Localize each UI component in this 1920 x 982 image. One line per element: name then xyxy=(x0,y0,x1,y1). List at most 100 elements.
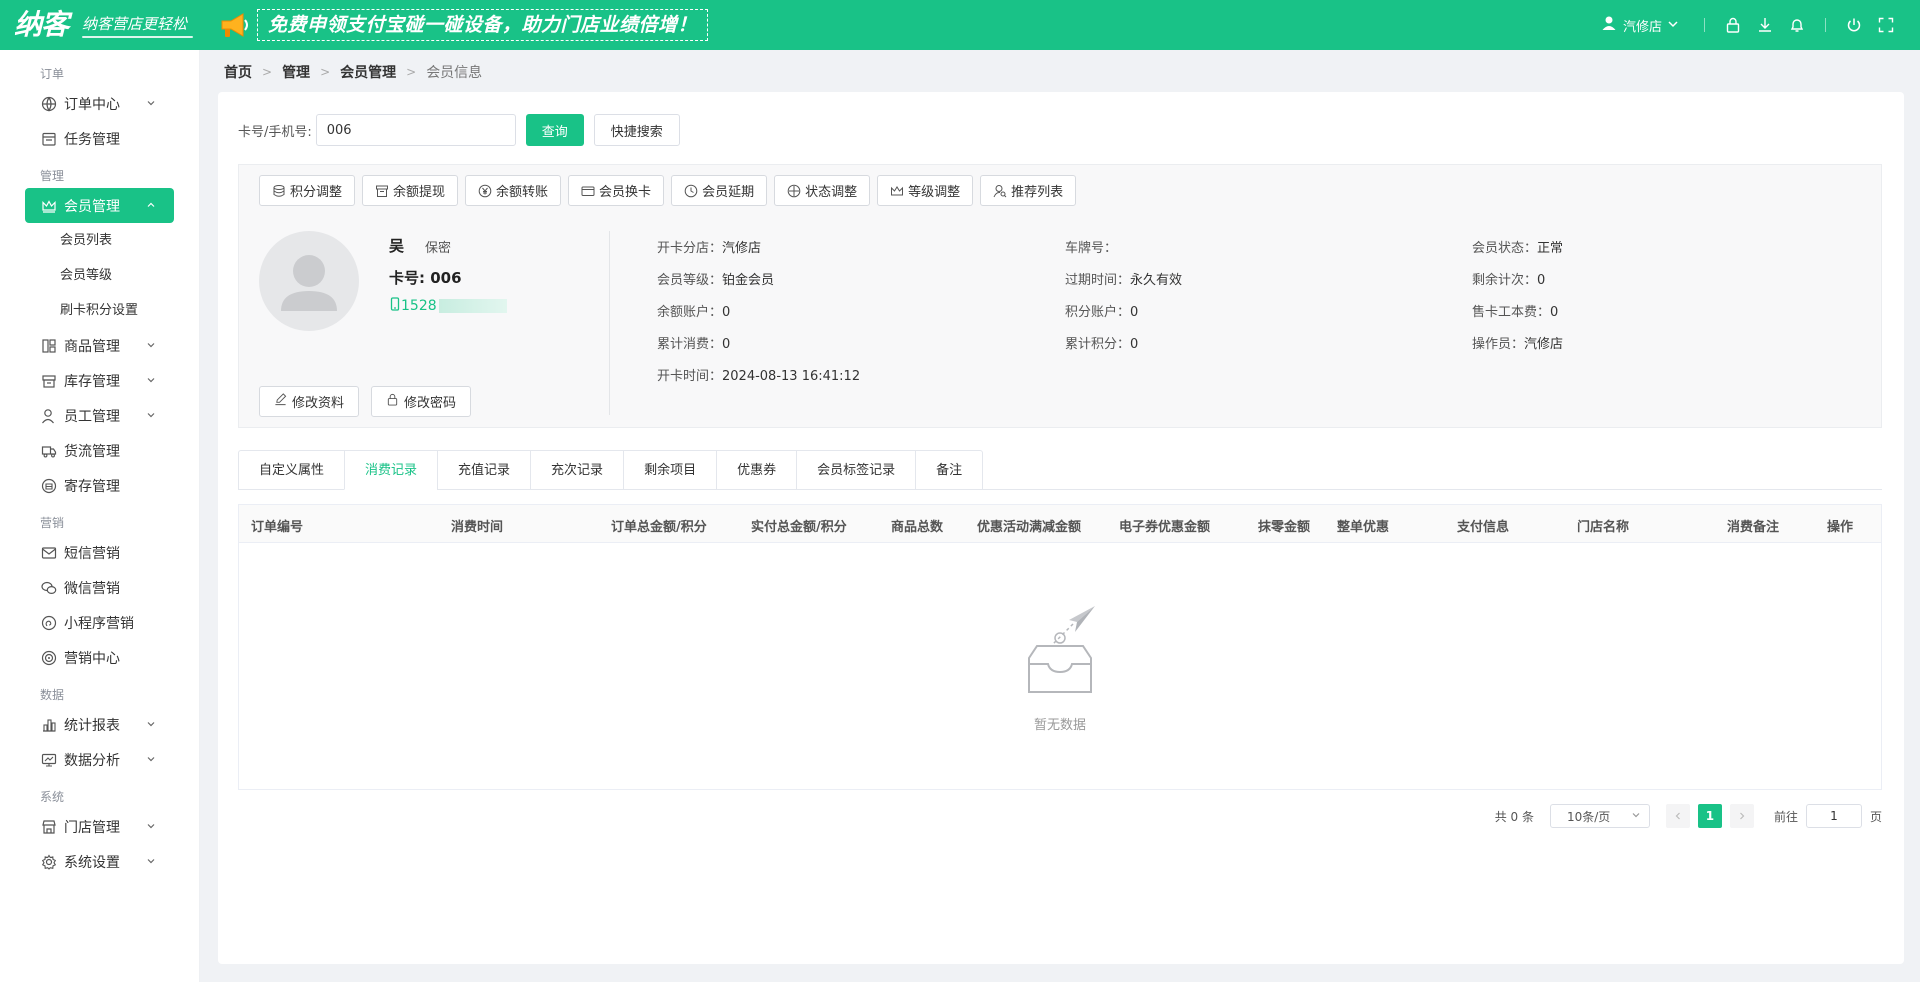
sidebar-item-wechat-marketing[interactable]: 微信营销 xyxy=(0,570,199,605)
power-icon[interactable] xyxy=(1844,15,1864,35)
chevron-down-icon xyxy=(145,753,157,765)
info-total-spent: 累计消费：0 xyxy=(657,337,731,352)
withdraw-balance-button[interactable]: 余额提现 xyxy=(362,175,459,206)
sidebar-item-miniapp-marketing[interactable]: 小程序营销 xyxy=(0,605,199,640)
bell-icon[interactable] xyxy=(1787,15,1807,35)
breadcrumb-home[interactable]: 首页 xyxy=(224,62,252,82)
action-label: 会员换卡 xyxy=(599,185,652,200)
card-phone-input[interactable] xyxy=(315,114,516,146)
crown-icon xyxy=(890,184,904,198)
empty-inbox-icon xyxy=(1028,605,1095,693)
tab-custom-attributes[interactable]: 自定义属性 xyxy=(238,450,345,490)
phone-number: 1528 xyxy=(401,298,437,314)
tab-consumption-records[interactable]: 消费记录 xyxy=(344,450,438,490)
crown-icon xyxy=(40,197,58,215)
tab-coupons[interactable]: 优惠券 xyxy=(716,450,797,490)
logo[interactable]: 纳客 纳客营店更轻松 xyxy=(0,0,194,50)
sidebar-item-logistics-management[interactable]: 货流管理 xyxy=(0,433,199,468)
breadcrumb-management[interactable]: 管理 xyxy=(282,62,310,82)
edit-profile-button[interactable]: 修改资料 xyxy=(259,386,360,417)
tab-remaining-items[interactable]: 剩余项目 xyxy=(623,450,717,490)
promo-banner[interactable]: 免费申领支付宝碰一碰设备，助力门店业绩倍增！ xyxy=(217,9,709,41)
query-button[interactable]: 查询 xyxy=(525,114,584,146)
quick-search-button[interactable]: 快捷搜索 xyxy=(593,114,680,146)
extend-membership-button[interactable]: 会员延期 xyxy=(671,175,768,206)
megaphone-icon xyxy=(217,9,253,41)
member-edit-bar: 修改资料 修改密码 xyxy=(259,386,483,417)
change-card-button[interactable]: 会员换卡 xyxy=(568,175,665,206)
page-unit-label: 页 xyxy=(1869,809,1882,824)
sidebar-subitem-card-points-settings[interactable]: 刷卡积分设置 xyxy=(0,293,199,328)
logo-mark: 纳客 xyxy=(14,8,69,41)
prev-page-button[interactable] xyxy=(1665,804,1690,828)
chevron-down-icon xyxy=(145,820,157,832)
sidebar-item-member-management[interactable]: 会员管理 xyxy=(25,188,174,223)
page-size-select[interactable]: 10条/页 xyxy=(1549,804,1650,828)
column-header: 整单优惠 xyxy=(1337,520,1390,535)
sidebar-item-inventory-management[interactable]: 库存管理 xyxy=(0,363,199,398)
tab-tag-records[interactable]: 会员标签记录 xyxy=(796,450,916,490)
sidebar-item-store-management[interactable]: 门店管理 xyxy=(0,809,199,844)
change-password-label: 修改密码 xyxy=(404,396,457,411)
sidebar-item-label: 微信营销 xyxy=(64,580,120,597)
chevron-left-icon xyxy=(1675,812,1680,820)
adjust-status-button[interactable]: 状态调整 xyxy=(774,175,871,206)
tab-count-recharge-records[interactable]: 充次记录 xyxy=(530,450,624,490)
member-phone: 1528 xyxy=(389,297,507,315)
sidebar-item-system-settings[interactable]: 系统设置 xyxy=(0,844,199,879)
sidebar-item-statistics-report[interactable]: 统计报表 xyxy=(0,707,199,742)
sidebar-item-label: 寄存管理 xyxy=(64,478,120,495)
referral-list-button[interactable]: 推荐列表 xyxy=(980,175,1077,206)
default-avatar-icon xyxy=(281,255,337,311)
tab-recharge-records[interactable]: 充值记录 xyxy=(437,450,531,490)
info-balance-account: 余额账户：0 xyxy=(657,305,731,320)
sidebar-item-label: 数据分析 xyxy=(64,752,120,769)
change-password-button[interactable]: 修改密码 xyxy=(371,386,472,417)
breadcrumb-member-management[interactable]: 会员管理 xyxy=(340,62,396,82)
chevron-right-icon: > xyxy=(406,65,417,79)
miniapp-icon xyxy=(40,614,58,632)
fullscreen-icon[interactable] xyxy=(1876,15,1896,35)
calendar-icon xyxy=(40,130,58,148)
next-page-button[interactable] xyxy=(1729,804,1754,828)
sidebar-item-data-analysis[interactable]: 数据分析 xyxy=(0,742,199,777)
goto-page-input[interactable] xyxy=(1805,804,1862,828)
monitor-icon xyxy=(40,751,58,769)
empty-state: 暂无数据 xyxy=(239,543,1881,789)
wallet-icon xyxy=(375,184,389,198)
yuan-icon xyxy=(478,184,492,198)
action-label: 推荐列表 xyxy=(1011,185,1064,200)
sidebar-item-label: 门店管理 xyxy=(64,819,120,836)
lock-icon[interactable] xyxy=(1723,15,1743,35)
sidebar-item-order-center[interactable]: 订单中心 xyxy=(0,86,199,121)
page-number[interactable]: 1 xyxy=(1697,804,1722,828)
sidebar-item-task-management[interactable]: 任务管理 xyxy=(0,121,199,156)
lock-icon xyxy=(386,393,399,410)
goto-label: 前往 xyxy=(1773,809,1798,824)
sidebar-subitem-member-level[interactable]: 会员等级 xyxy=(0,258,199,293)
download-icon[interactable] xyxy=(1755,15,1775,35)
sidebar-item-marketing-center[interactable]: 营销中心 xyxy=(0,640,199,675)
deposit-icon xyxy=(40,477,58,495)
adjust-points-button[interactable]: 积分调整 xyxy=(259,175,356,206)
column-header: 订单编号 xyxy=(251,520,304,535)
chevron-down-icon xyxy=(145,718,157,730)
info-points-account: 积分账户：0 xyxy=(1065,305,1139,320)
transfer-balance-button[interactable]: 余额转账 xyxy=(465,175,562,206)
chevron-down-icon xyxy=(145,97,157,109)
sidebar-item-deposit-management[interactable]: 寄存管理 xyxy=(0,468,199,503)
search-label: 卡号/手机号: xyxy=(238,124,312,140)
column-header: 消费时间 xyxy=(451,520,504,535)
store-switcher[interactable]: 汽修店 xyxy=(1601,15,1678,35)
divider xyxy=(1704,18,1705,32)
sidebar-item-sms-marketing[interactable]: 短信营销 xyxy=(0,535,199,570)
sidebar-item-product-management[interactable]: 商品管理 xyxy=(0,328,199,363)
clock-icon xyxy=(684,184,698,198)
adjust-level-button[interactable]: 等级调整 xyxy=(877,175,974,206)
column-header: 消费备注 xyxy=(1727,520,1780,535)
tab-notes[interactable]: 备注 xyxy=(915,450,984,490)
edit-profile-label: 修改资料 xyxy=(292,396,345,411)
sidebar-item-staff-management[interactable]: 员工管理 xyxy=(0,398,199,433)
sidebar-subitem-member-list[interactable]: 会员列表 xyxy=(0,223,199,258)
grid-icon xyxy=(40,337,58,355)
